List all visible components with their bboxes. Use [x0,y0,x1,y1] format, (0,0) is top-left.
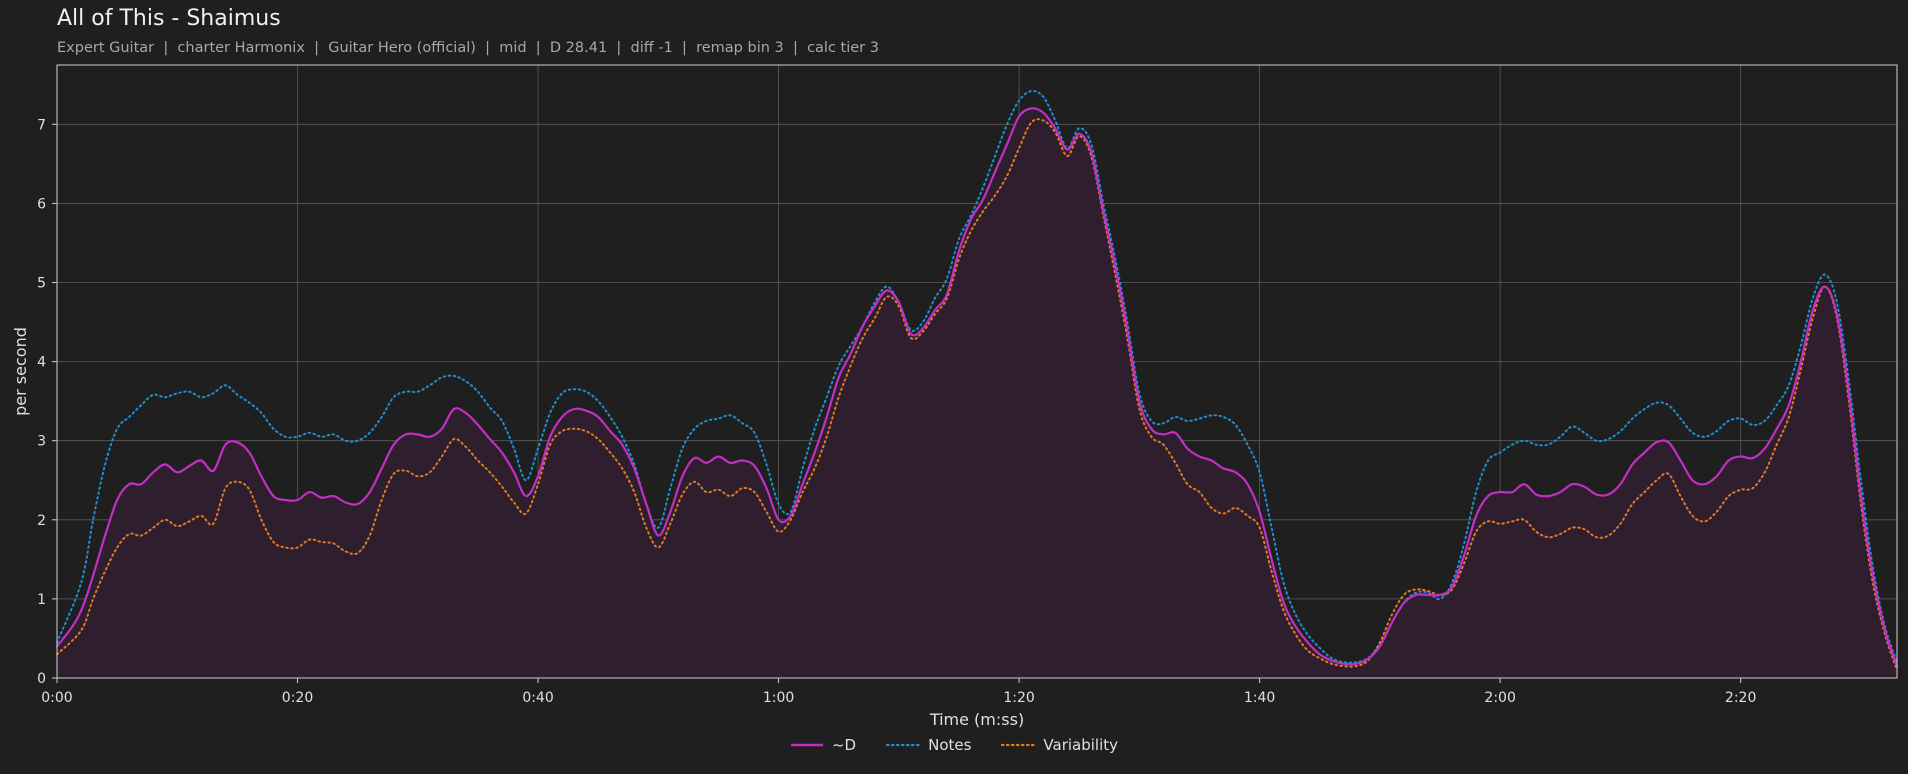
d-area-fill [57,108,1897,678]
x-axis-label: Time (m:ss) [929,710,1024,729]
y-tick-label: 3 [37,434,46,450]
legend-item-d: ~D [790,736,856,754]
y-tick-label: 5 [37,276,46,292]
y-tick-label: 0 [37,671,46,687]
x-tick-label: 1:40 [1244,690,1275,706]
legend: ~D Notes Variability [0,736,1908,754]
x-tick-label: 0:40 [522,690,553,706]
x-tick-label: 1:20 [1003,690,1034,706]
legend-label-variability: Variability [1043,736,1119,754]
x-tick-label: 0:20 [282,690,313,706]
legend-item-notes: Notes [886,736,971,754]
legend-label-d: ~D [831,736,857,754]
legend-swatch-notes [886,743,921,747]
y-tick-label: 1 [37,592,46,608]
y-tick-label: 2 [37,513,46,529]
legend-item-variability: Variability [1001,736,1118,754]
x-tick-label: 0:00 [41,690,72,706]
legend-swatch-variability [1001,743,1036,747]
area-fill [57,108,1897,678]
y-axis-label: per second [11,327,30,416]
y-tick-label: 6 [37,196,46,212]
x-tick-label: 2:20 [1725,690,1756,706]
y-tick-label: 4 [37,355,46,371]
legend-swatch-d [790,743,823,747]
y-tick-label: 7 [37,117,46,133]
chart-svg: 0:00 0:20 0:40 1:00 1:20 1:40 2:00 2:20 0 1 2 3 4 5 6 7… [11,64,1899,729]
x-tick-label: 2:00 [1484,690,1515,706]
legend-label-notes: Notes [928,736,972,754]
x-tick-label: 1:00 [763,690,794,706]
